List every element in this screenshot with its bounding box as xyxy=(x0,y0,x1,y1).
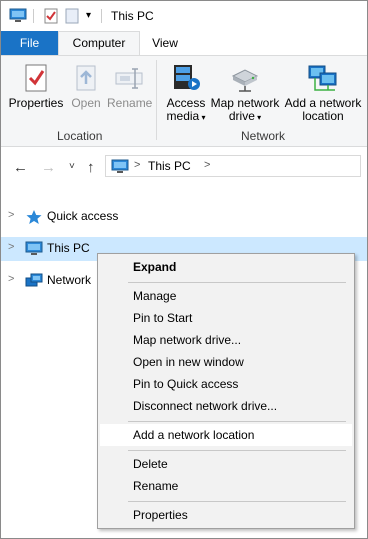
divider xyxy=(101,9,102,23)
map-network-drive-button[interactable]: Map network drive ▾ xyxy=(209,62,281,124)
open-icon xyxy=(76,65,96,91)
menu-separator xyxy=(128,501,346,502)
network-location-icon xyxy=(308,65,337,91)
map-network-drive-line1: Map network xyxy=(210,96,280,110)
up-arrow-icon[interactable]: ↑ xyxy=(87,159,95,176)
address-bar[interactable]: > This PC > xyxy=(105,155,361,177)
menu-item-pin-to-start[interactable]: Pin to Start xyxy=(100,307,352,329)
breadcrumb-this-pc[interactable]: This PC xyxy=(148,159,191,173)
computer-icon xyxy=(111,159,129,173)
tree-item-quick-access[interactable]: > Quick access xyxy=(1,205,367,229)
menu-item-properties[interactable]: Properties xyxy=(100,504,352,526)
customize-toolbar-chevron-icon[interactable]: ▾ xyxy=(86,10,91,21)
menu-separator xyxy=(128,450,346,451)
menu-item-manage[interactable]: Manage xyxy=(100,285,352,307)
menu-item-open-in-new-window[interactable]: Open in new window xyxy=(100,351,352,373)
network-group-label: Network xyxy=(241,129,286,143)
access-media-line1: Access xyxy=(166,96,206,110)
title-bar: ▾ This PC xyxy=(1,1,367,31)
chevron-right-icon[interactable]: > xyxy=(8,241,14,253)
forward-arrow-icon[interactable]: → xyxy=(41,159,56,176)
window-title: This PC xyxy=(111,9,154,23)
dropdown-arrow-icon: ▾ xyxy=(254,113,262,122)
tab-view[interactable]: View xyxy=(140,31,190,55)
network-icon xyxy=(25,273,43,287)
add-network-location-line2: location xyxy=(302,109,344,123)
menu-separator xyxy=(128,282,346,283)
menu-item-rename[interactable]: Rename xyxy=(100,475,352,497)
explorer-window: ▾ This PC File Computer View Properties … xyxy=(0,0,368,539)
navigation-bar: ← → ˅ ↑ > This PC > xyxy=(1,147,367,189)
dropdown-arrow-icon: ▾ xyxy=(199,113,206,122)
context-menu: Expand Manage Pin to Start Map network d… xyxy=(97,253,355,529)
back-arrow-icon[interactable]: ← xyxy=(13,159,28,176)
access-media-button[interactable]: Access media ▾ xyxy=(163,62,209,124)
computer-icon xyxy=(25,241,43,255)
chevron-right-icon[interactable]: > xyxy=(8,209,14,221)
chevron-right-icon[interactable]: > xyxy=(8,273,14,285)
computer-icon[interactable] xyxy=(9,8,27,27)
properties-label: Properties xyxy=(8,96,64,110)
tab-file[interactable]: File xyxy=(1,31,58,55)
ribbon-tabs: File Computer View xyxy=(1,31,367,55)
media-icon xyxy=(174,65,200,90)
tab-computer[interactable]: Computer xyxy=(58,31,140,55)
menu-item-disconnect-network-drive[interactable]: Disconnect network drive... xyxy=(100,395,352,417)
open-label: Open xyxy=(71,96,101,110)
recent-locations-chevron-icon[interactable]: ˅ xyxy=(69,161,75,172)
divider xyxy=(33,9,34,23)
properties-button[interactable]: Properties xyxy=(8,62,64,110)
location-group-label: Location xyxy=(57,129,103,143)
new-folder-quick-icon[interactable] xyxy=(65,8,79,27)
map-network-drive-line2: drive xyxy=(228,109,255,123)
rename-icon xyxy=(115,68,143,89)
menu-item-delete[interactable]: Delete xyxy=(100,453,352,475)
menu-item-add-network-location[interactable]: Add a network location xyxy=(100,424,352,446)
star-icon xyxy=(26,210,42,224)
menu-separator xyxy=(128,421,346,422)
menu-item-pin-to-quick-access[interactable]: Pin to Quick access xyxy=(100,373,352,395)
ribbon-panel: Properties Open Rename Location Access m… xyxy=(1,55,367,147)
access-media-line2: media xyxy=(166,109,200,123)
breadcrumb-separator-icon[interactable]: > xyxy=(204,159,210,171)
menu-item-map-network-drive[interactable]: Map network drive... xyxy=(100,329,352,351)
properties-quick-icon[interactable] xyxy=(43,8,59,27)
tree-label: Network xyxy=(47,273,92,287)
menu-item-expand[interactable]: Expand xyxy=(100,256,352,278)
rename-button[interactable]: Rename xyxy=(107,62,153,110)
tree-label: Quick access xyxy=(47,209,119,223)
add-network-location-line1: Add a network xyxy=(284,96,362,110)
group-separator xyxy=(156,60,157,140)
add-network-location-button[interactable]: Add a network location xyxy=(283,62,363,123)
tree-label: This PC xyxy=(47,241,90,255)
rename-label: Rename xyxy=(107,96,153,110)
network-drive-icon xyxy=(231,69,259,92)
breadcrumb-separator-icon[interactable]: > xyxy=(134,159,140,171)
properties-icon xyxy=(25,64,47,92)
open-button[interactable]: Open xyxy=(67,62,105,110)
